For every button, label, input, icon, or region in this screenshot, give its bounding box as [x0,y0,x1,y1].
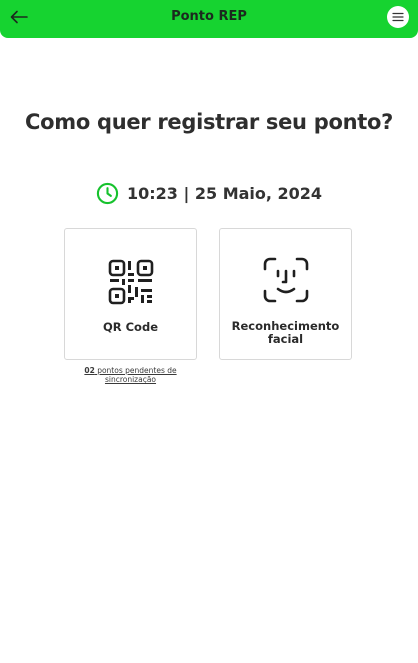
qr-code-icon [108,259,153,305]
pending-count: 02 [84,366,95,375]
headline: Como quer registrar seu ponto? [25,110,393,134]
datetime-text: 10:23 | 25 Maio, 2024 [126,184,323,203]
facial-recognition-label: Reconhecimento facial [231,319,340,346]
pending-sync-link[interactable]: 02 pontos pendentes de sincronização [64,366,197,384]
current-datetime: 10:23 | 25 Maio, 2024 [0,182,418,205]
qr-code-option[interactable]: QR Code [64,228,197,360]
qr-code-label: QR Code [102,320,158,334]
menu-button[interactable] [387,6,409,28]
page-title: Ponto REP [171,9,247,24]
hamburger-menu-icon [392,12,404,22]
clock-icon [96,182,119,205]
pending-text: pontos pendentes de sincronização [97,366,177,384]
facial-recognition-option[interactable]: Reconhecimento facial [219,228,352,360]
face-scan-icon [263,257,308,303]
top-app-bar: Ponto REP [0,0,418,38]
